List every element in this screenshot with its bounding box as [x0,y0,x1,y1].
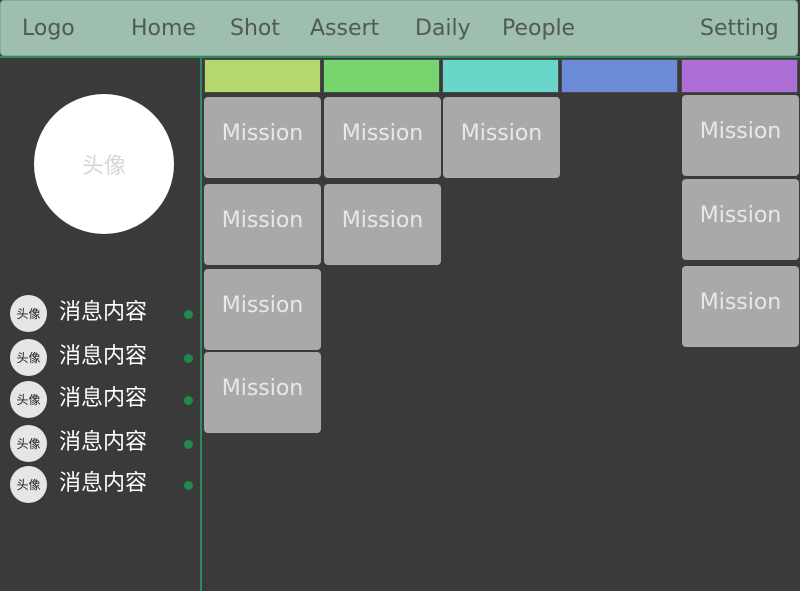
message-item[interactable]: 头像 消息内容 [10,425,200,463]
card-label: Mission [699,203,782,228]
nav-people[interactable]: People [502,15,575,43]
mission-card[interactable]: Mission [682,95,799,176]
message-item[interactable]: 头像 消息内容 [10,339,200,377]
sidebar: 头像 头像 消息内容 头像 消息内容 头像 消息内容 头像 消息内容 头像 消息… [0,58,200,591]
column-header [204,59,321,93]
column-header [323,59,440,93]
message-item[interactable]: 头像 消息内容 [10,381,200,419]
mission-card[interactable]: Mission [682,266,799,347]
avatar: 头像 [10,425,47,462]
status-dot-icon [184,310,193,319]
card-label: Mission [341,208,424,233]
message-text: 消息内容 [59,430,148,455]
sidebar-divider [200,58,202,591]
nav-setting[interactable]: Setting [700,15,779,43]
avatar: 头像 [10,339,47,376]
message-text: 消息内容 [59,386,148,411]
card-label: Mission [699,119,782,144]
mission-card[interactable]: Mission [204,97,321,178]
avatar: 头像 [10,381,47,418]
top-nav: Logo Home Shot Assert Daily People Setti… [0,0,798,56]
status-dot-icon [184,481,193,490]
card-label: Mission [699,290,782,315]
avatar: 头像 [10,295,47,332]
card-label: Mission [221,208,304,233]
mission-card[interactable]: Mission [204,352,321,433]
app-window: Logo Home Shot Assert Daily People Setti… [0,0,800,591]
nav-daily[interactable]: Daily [415,15,471,43]
column-header [442,59,559,93]
nav-home[interactable]: Home [131,15,196,43]
logo[interactable]: Logo [22,15,75,43]
mission-card[interactable]: Mission [204,269,321,350]
nav-shot[interactable]: Shot [230,15,280,43]
column-header [561,59,678,93]
nav-assert[interactable]: Assert [310,15,379,43]
message-text: 消息内容 [59,344,148,369]
message-text: 消息内容 [59,471,148,496]
mission-card[interactable]: Mission [443,97,560,178]
avatar: 头像 [10,466,47,503]
status-dot-icon [184,354,193,363]
profile-avatar[interactable]: 头像 [34,94,174,234]
mission-card[interactable]: Mission [682,179,799,260]
card-label: Mission [221,376,304,401]
card-label: Mission [460,121,543,146]
message-item[interactable]: 头像 消息内容 [10,295,200,333]
mission-card[interactable]: Mission [324,184,441,265]
message-text: 消息内容 [59,300,148,325]
card-label: Mission [221,293,304,318]
profile-avatar-label: 头像 [81,154,126,179]
mission-card[interactable]: Mission [324,97,441,178]
mission-card[interactable]: Mission [204,184,321,265]
column-header [681,59,798,93]
message-item[interactable]: 头像 消息内容 [10,466,200,504]
card-label: Mission [221,121,304,146]
status-dot-icon [184,396,193,405]
status-dot-icon [184,440,193,449]
card-label: Mission [341,121,424,146]
